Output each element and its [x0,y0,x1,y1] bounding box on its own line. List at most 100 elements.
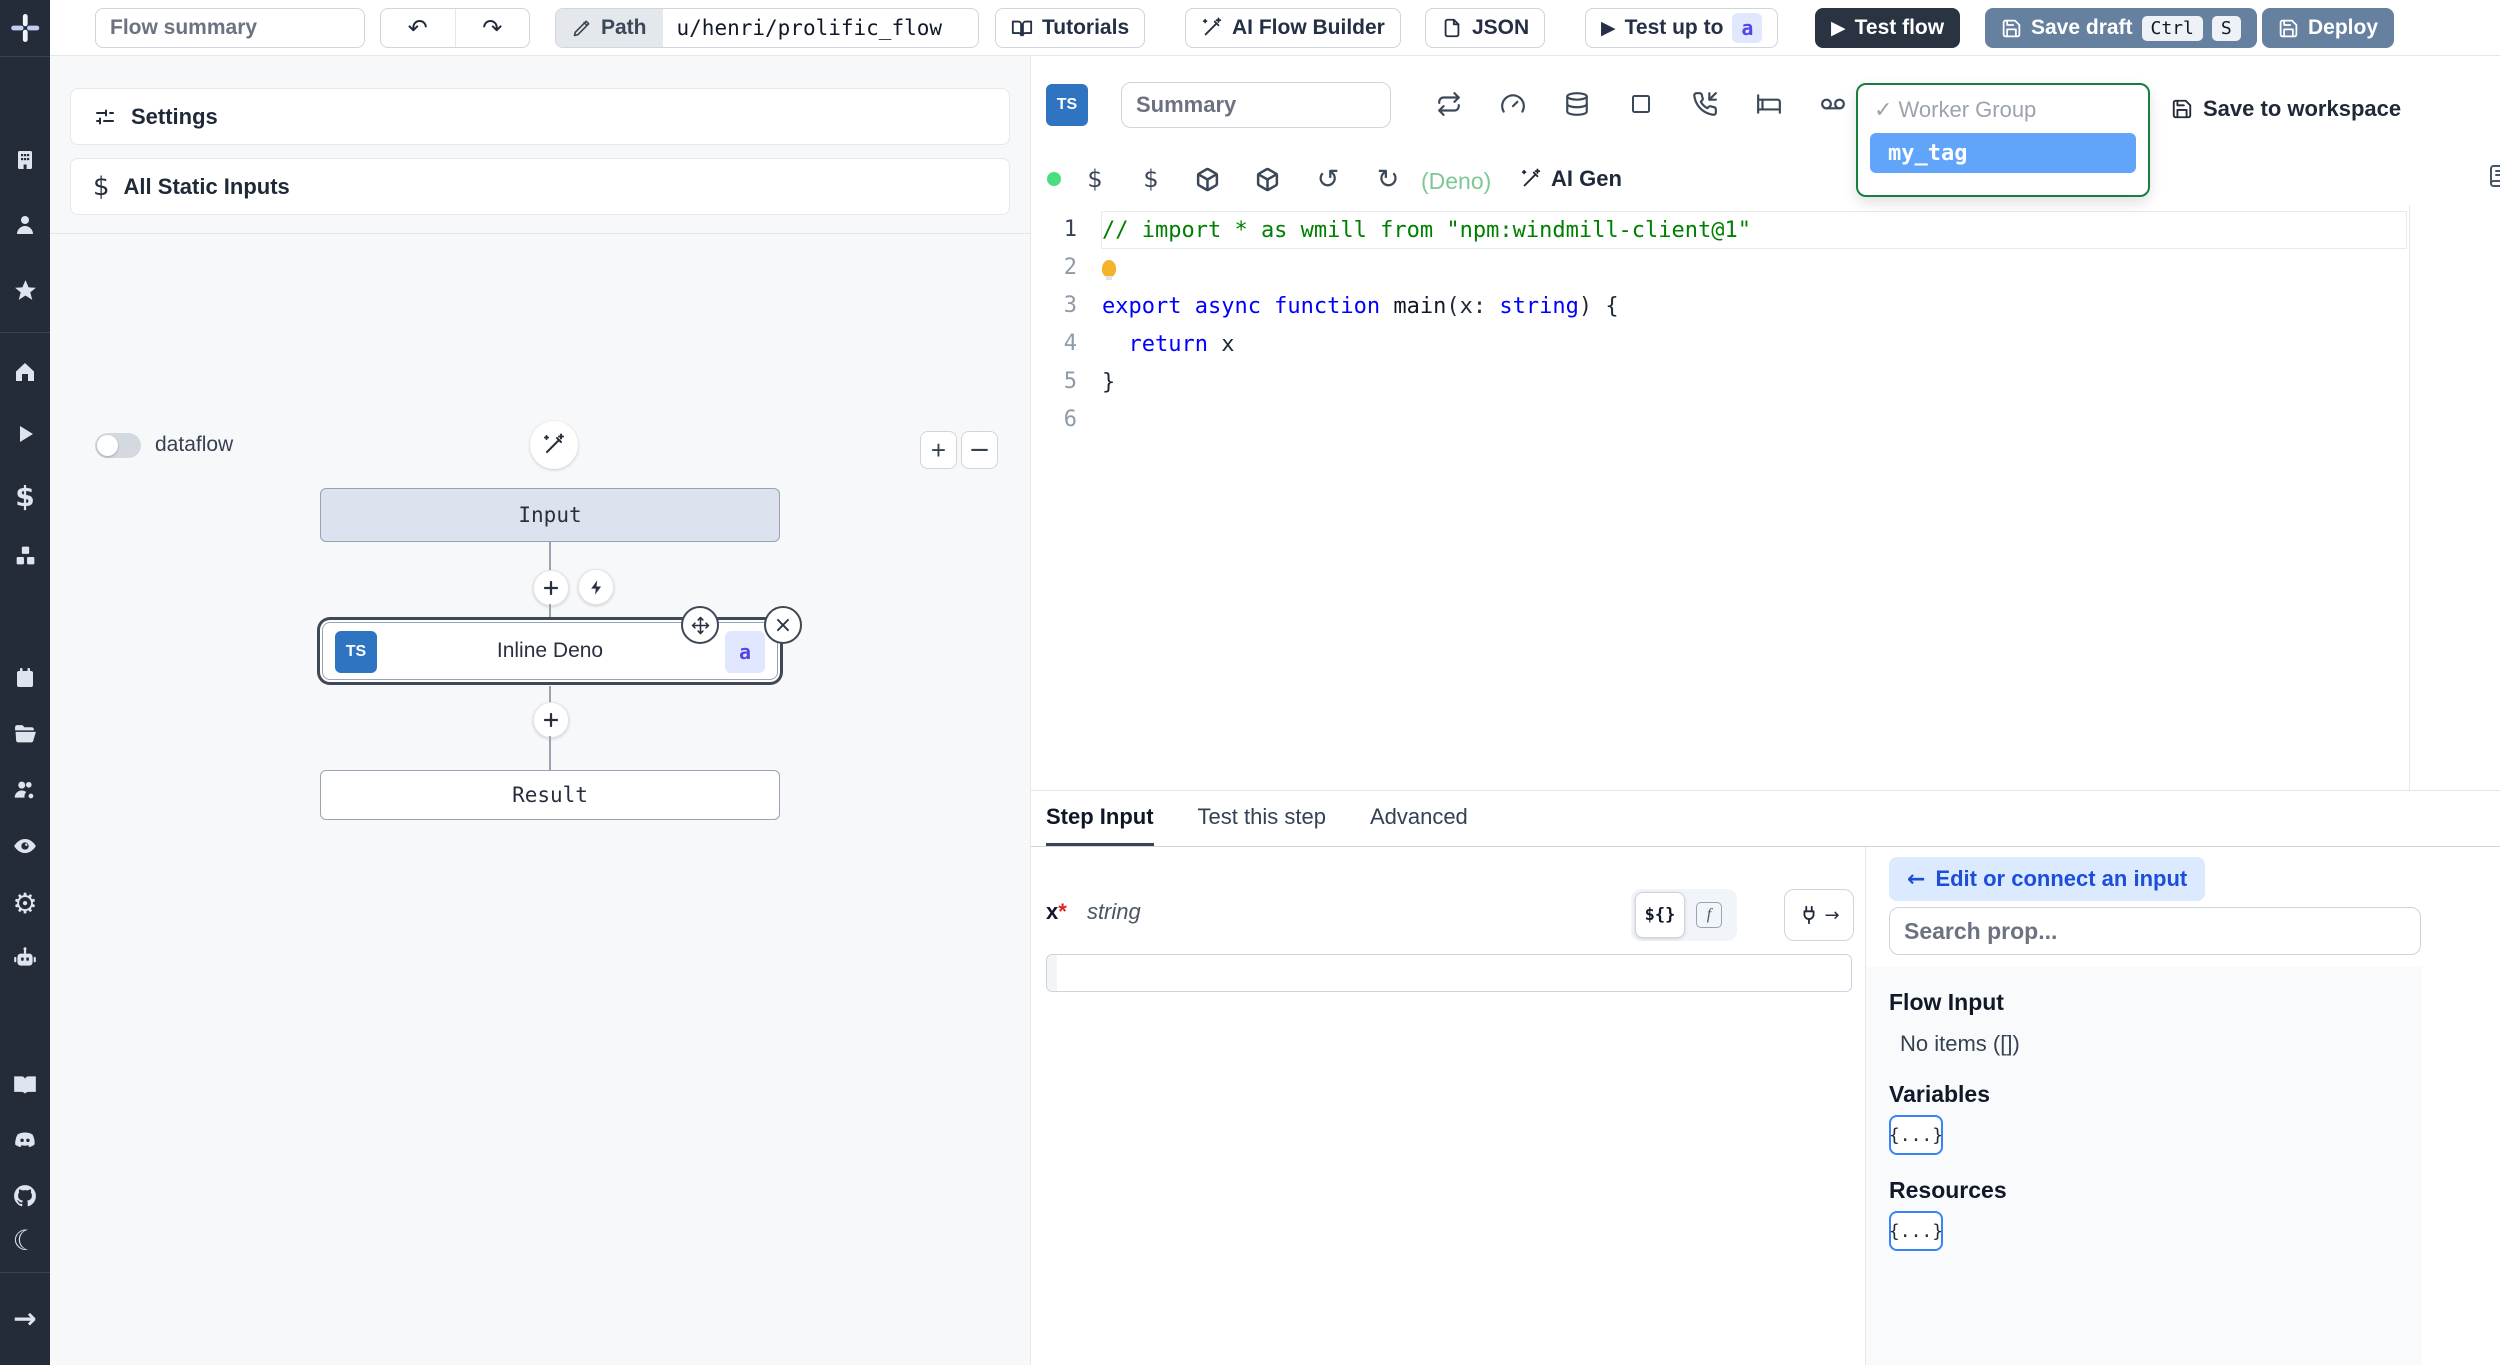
deploy-button[interactable]: Deploy [2262,8,2395,48]
code-line[interactable]: 3 export async function main(x: string) { [1031,287,2500,325]
arrow-right-icon[interactable]: → [0,1302,50,1335]
voicemail-icon[interactable] [1819,90,1847,118]
fn-mode-button[interactable]: f [1685,902,1733,928]
argument-value-input[interactable] [1046,954,1852,992]
flow-node-input[interactable]: Input [320,488,780,542]
redo-button[interactable]: ↷ [456,9,530,47]
flow-input-title: Flow Input [1889,989,2004,1015]
package-icon[interactable] [1193,165,1221,193]
json-button[interactable]: JSON [1425,8,1546,48]
users-gear-icon[interactable] [0,776,50,804]
path-edit-button[interactable]: Path [556,9,663,47]
minus-icon: − [968,435,991,465]
home-icon[interactable] [0,358,50,386]
code-editor[interactable]: 1// import * as wmill from "npm:windmill… [1031,205,2500,790]
worker-group-option-my-tag[interactable]: my_tag [1870,133,2136,173]
dollar-icon[interactable]: $ [0,480,50,513]
status-dot-icon [1047,172,1061,186]
trigger-button[interactable] [578,569,614,605]
code-line[interactable]: 1// import * as wmill from "npm:windmill… [1031,211,2500,249]
database-icon[interactable] [1563,90,1591,118]
path-value: u/henri/prolific_flow [676,16,943,40]
insert-step-button[interactable] [533,570,569,606]
star-icon[interactable] [0,276,50,304]
plus-icon [543,580,559,596]
code-line[interactable]: 4 return x [1031,325,2500,363]
tab-test-this-step[interactable]: Test this step [1198,791,1326,846]
windmill-flow-editor: $ ⚙ ☾ → Flow summary ↶ ↷ Path u/henri/pr… [0,0,2500,1365]
cubes-icon[interactable] [0,542,50,570]
discord-icon[interactable] [0,1126,50,1154]
undo-redo-group: ↶ ↷ [380,8,530,48]
library-book-icon[interactable] [2485,162,2500,190]
dollar-variable-icon[interactable]: $ [1081,165,1109,193]
gauge-icon[interactable] [1499,90,1527,118]
windmill-logo-icon[interactable] [0,10,50,46]
zoom-out-button[interactable]: − [961,431,998,469]
edge [549,542,551,570]
phone-incoming-icon[interactable] [1691,90,1719,118]
move-step-button[interactable] [681,606,719,644]
settings-row[interactable]: Settings [70,88,1010,145]
delete-step-button[interactable]: × [764,606,802,644]
code-line[interactable]: 2 [1031,249,2500,287]
test-up-to-label: Test up to [1624,16,1724,39]
dollar-resource-icon[interactable]: $ [1137,165,1165,193]
play-icon: ▶ [1831,17,1846,39]
user-icon[interactable] [0,211,50,239]
buildings-icon[interactable] [0,146,50,174]
all-static-inputs-row[interactable]: $ All Static Inputs [70,158,1010,215]
typescript-badge: TS [1046,84,1088,126]
refresh-icon[interactable]: ↻ [1374,164,1402,195]
history-icon[interactable]: ↺ [1314,164,1342,195]
function-icon: f [1696,902,1722,928]
move-icon [691,616,709,634]
calendar-icon[interactable] [0,664,50,692]
ai-wand-button[interactable] [530,421,578,469]
repeat-icon[interactable] [1435,90,1463,118]
ai-gen-label: AI Gen [1551,166,1622,191]
edit-or-connect-button[interactable]: ← Edit or connect an input [1889,857,2206,901]
tutorials-button[interactable]: Tutorials [995,8,1146,48]
test-up-to-button[interactable]: ▶ Test up to a [1585,8,1779,48]
ai-gen-button[interactable]: AI Gen [1520,166,1622,192]
stop-square-icon[interactable] [1627,90,1655,118]
bed-icon[interactable] [1755,90,1783,118]
undo-button[interactable]: ↶ [381,9,456,47]
connect-input-button[interactable]: → [1784,889,1854,941]
code-line[interactable]: 5} [1031,363,2500,401]
folder-icon[interactable] [0,720,50,748]
dataflow-toggle[interactable] [95,433,141,458]
plus-icon: + [930,434,947,465]
insert-step-button[interactable] [533,702,569,738]
topbar: ↶ ↷ Path u/henri/prolific_flow Tutorials… [50,0,2500,56]
tab-advanced[interactable]: Advanced [1370,791,1468,846]
book-open-icon[interactable] [0,1071,50,1099]
moon-icon[interactable]: ☾ [0,1224,50,1257]
tab-step-input[interactable]: Step Input [1046,791,1154,846]
expr-mode-button[interactable]: ${} [1635,892,1685,938]
code-line[interactable]: 6 [1031,401,2500,439]
gear-icon[interactable]: ⚙ [0,887,50,920]
flow-summary-input[interactable] [95,8,365,48]
flow-node-result[interactable]: Result [320,770,780,820]
variables-object-badge[interactable]: {...} [1889,1115,1943,1155]
play-icon[interactable] [0,420,50,448]
path-control[interactable]: Path u/henri/prolific_flow [555,8,979,48]
search-prop-input[interactable] [1889,907,2421,955]
github-icon[interactable] [0,1182,50,1210]
summary-input[interactable] [1121,82,1391,128]
play-icon: ▶ [1601,17,1616,39]
resources-object-badge[interactable]: {...} [1889,1211,1943,1251]
step-id-badge: a [725,631,765,673]
zoom-in-button[interactable]: + [920,431,957,469]
eye-icon[interactable] [0,832,50,860]
save-to-workspace-button[interactable]: Save to workspace [2171,96,2401,122]
input-mode-toggle-group: ${} f [1631,889,1737,941]
save-draft-button[interactable]: Save draft Ctrl S [1985,8,2257,48]
sidebar-divider [0,1272,50,1273]
ai-flow-builder-button[interactable]: AI Flow Builder [1185,8,1401,48]
test-flow-button[interactable]: ▶ Test flow [1815,8,1961,48]
package-icon[interactable] [1253,165,1281,193]
robot-icon[interactable] [0,944,50,972]
